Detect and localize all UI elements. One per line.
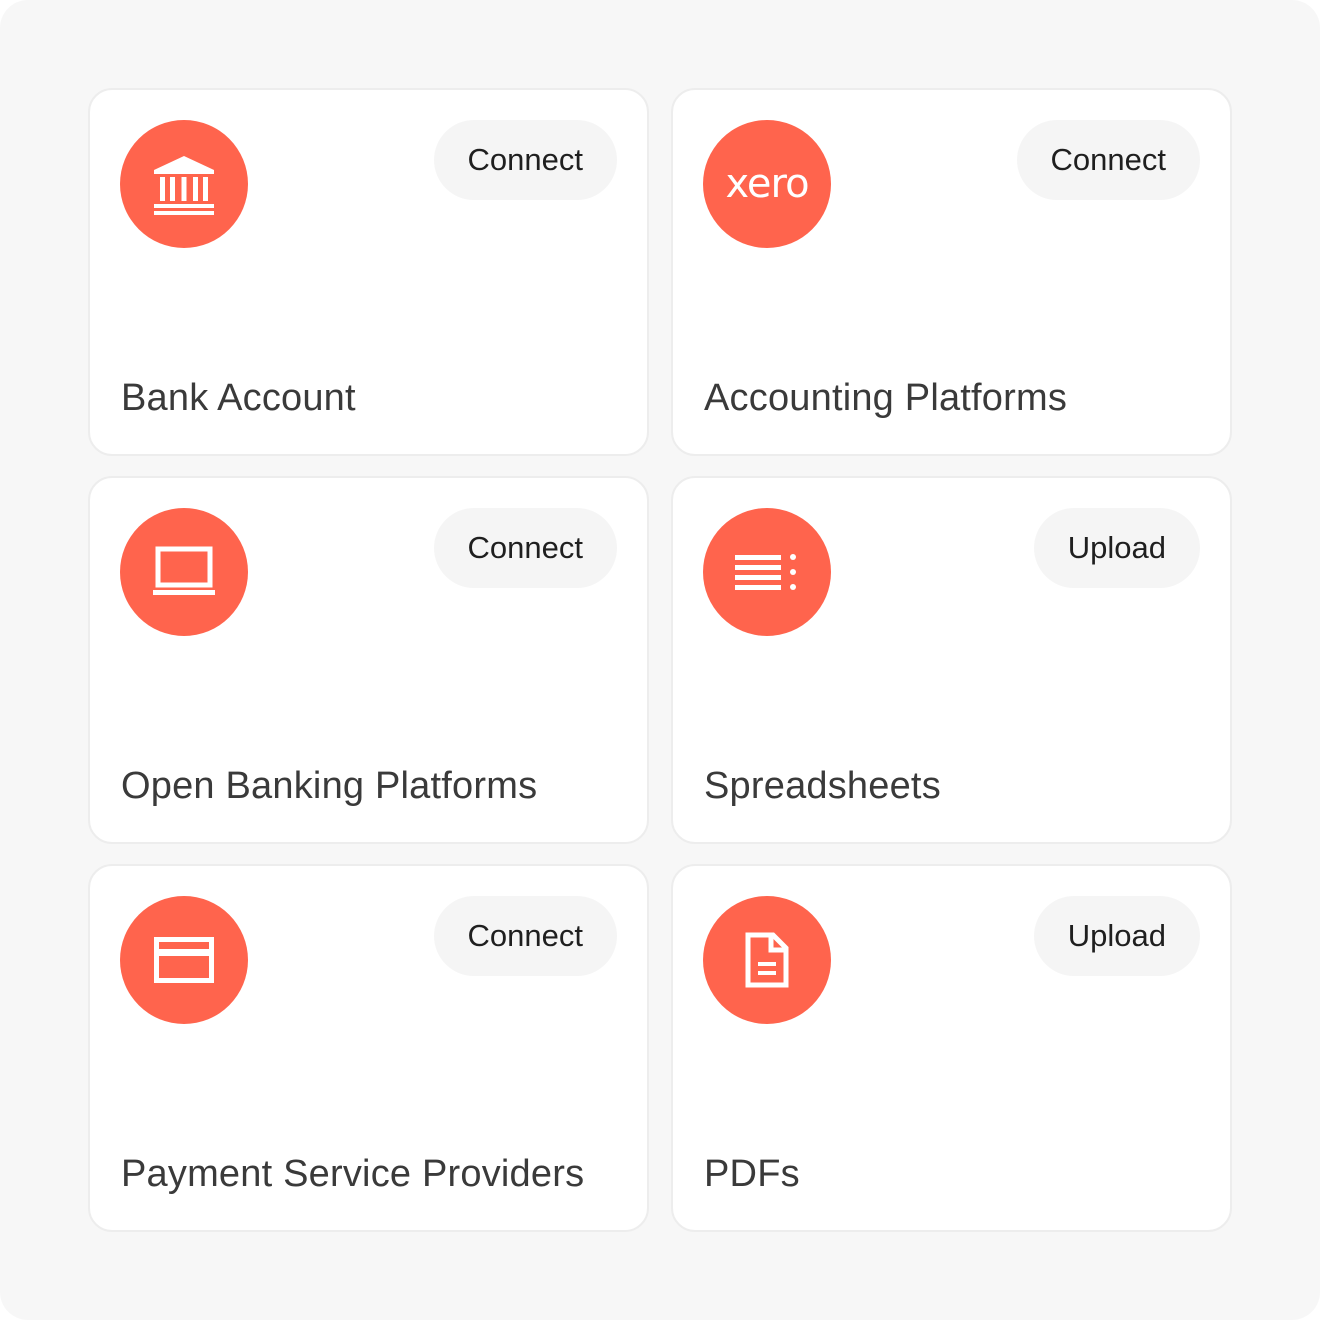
data-source-grid: Connect Bank Account xero Connect Accoun… [88, 88, 1232, 1232]
credit-card-icon [120, 896, 248, 1024]
card-title: Bank Account [121, 377, 356, 419]
upload-button[interactable]: Upload [1033, 508, 1200, 588]
card-accounting-platforms: xero Connect Accounting Platforms [671, 88, 1232, 456]
upload-button[interactable]: Upload [1033, 896, 1200, 976]
connect-button[interactable]: Connect [433, 508, 617, 588]
card-title: Open Banking Platforms [121, 765, 538, 807]
card-title: Accounting Platforms [704, 377, 1068, 419]
card-open-banking-platforms: Connect Open Banking Platforms [88, 476, 649, 844]
bank-icon [120, 120, 248, 248]
connect-button[interactable]: Connect [433, 120, 617, 200]
card-pdfs: Upload PDFs [671, 864, 1232, 1232]
card-payment-service-providers: Connect Payment Service Providers [88, 864, 649, 1232]
laptop-icon [120, 508, 248, 636]
card-spreadsheets: Upload Spreadsheets [671, 476, 1232, 844]
connect-button[interactable]: Connect [433, 896, 617, 976]
document-icon [703, 896, 831, 1024]
card-title: Spreadsheets [704, 765, 941, 807]
xero-logo-text: xero [725, 161, 809, 207]
card-title: PDFs [704, 1153, 800, 1195]
card-title: Payment Service Providers [121, 1153, 585, 1195]
xero-logo-icon: xero [703, 120, 831, 248]
list-icon [703, 508, 831, 636]
connect-button[interactable]: Connect [1016, 120, 1200, 200]
page-background: Connect Bank Account xero Connect Accoun… [0, 0, 1320, 1320]
card-bank-account: Connect Bank Account [88, 88, 649, 456]
